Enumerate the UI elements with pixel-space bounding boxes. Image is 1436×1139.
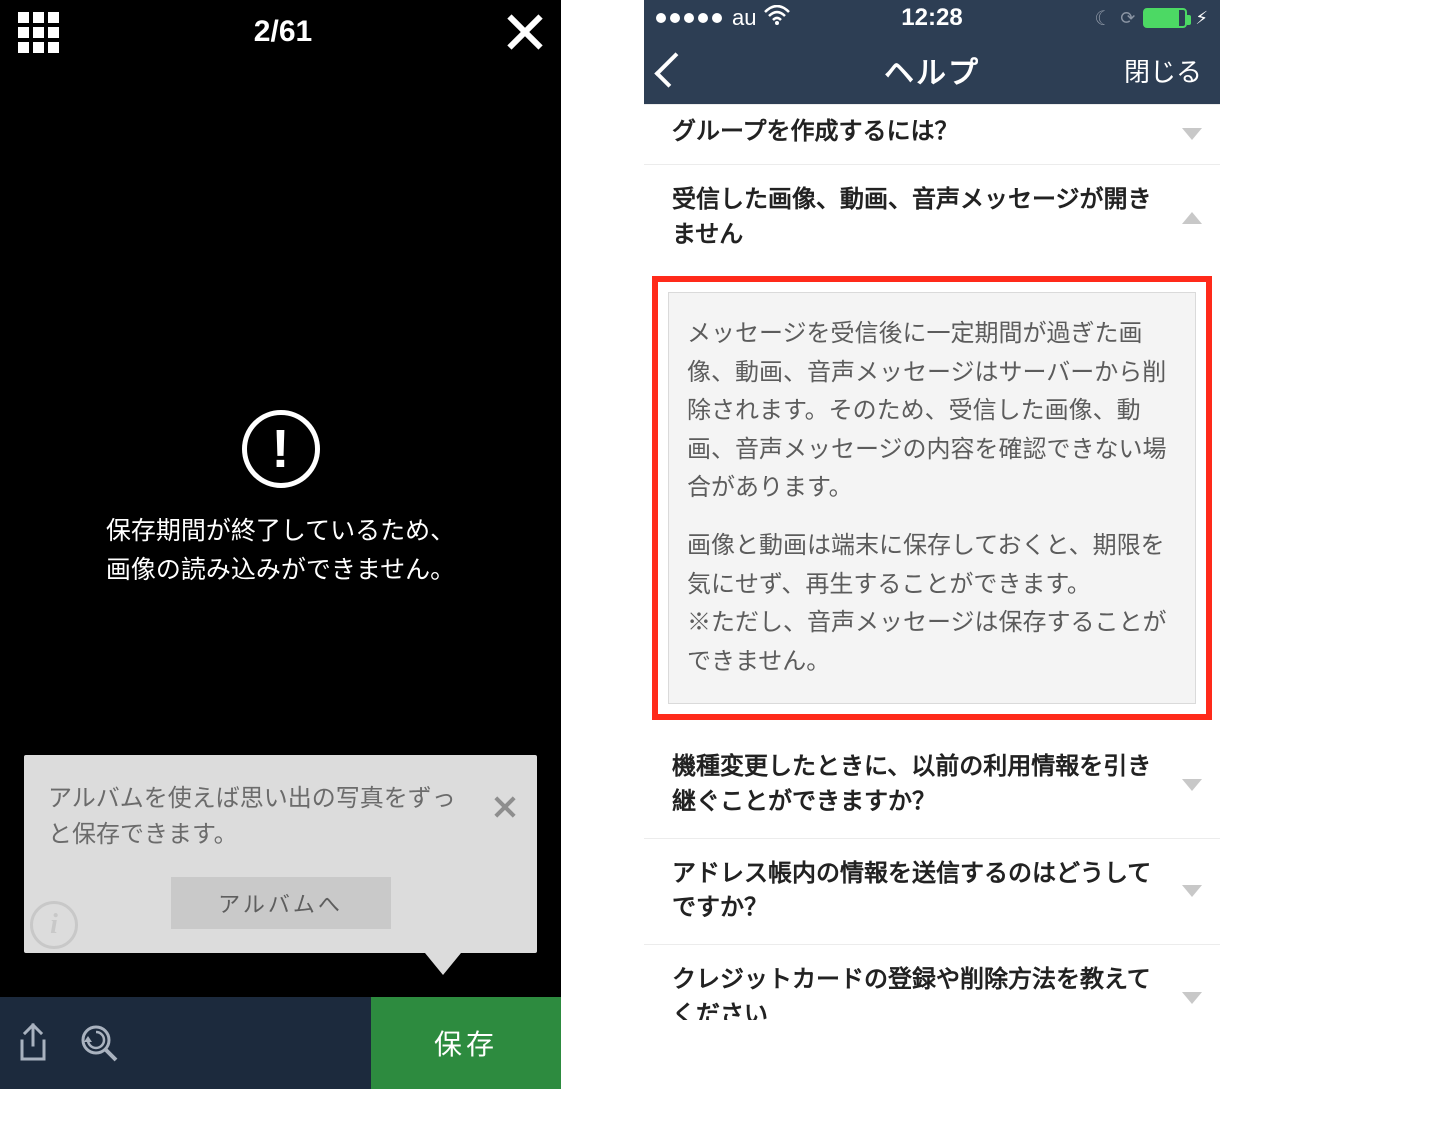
album-tooltip: アルバムを使えば思い出の写真をずっと保存できます。 アルバムへ i (24, 755, 537, 953)
battery-icon (1143, 8, 1187, 28)
navbar-title: ヘルプ (884, 48, 980, 92)
tooltip-text: アルバムを使えば思い出の写真をずっと保存できます。 (48, 781, 513, 853)
answer-paragraph: メッセージを受信後に一定期間が過ぎた画像、動画、音声メッセージはサーバーから削除… (687, 315, 1177, 507)
help-item-title: 機種変更したときに、以前の利用情報を引き継ぐことができますか？ (672, 753, 1151, 815)
help-answer: メッセージを受信後に一定期間が過ぎた画像、動画、音声メッセージはサーバーから削除… (668, 292, 1196, 704)
error-line-1: 保存期間が終了しているため、 (106, 512, 455, 551)
help-navbar: ヘルプ 閉じる (644, 36, 1220, 104)
help-item[interactable]: クレジットカードの登録や削除方法を教えてください (644, 945, 1220, 1020)
back-icon[interactable] (662, 55, 682, 85)
help-list: グループを作成するには？ 受信した画像、動画、音声メッセージが開きません メッセ… (644, 104, 1220, 1020)
status-time: 12:28 (901, 4, 962, 32)
image-viewer-screen: 2/61 ! 保存期間が終了しているため、 画像の読み込みができません。 アルバ… (0, 0, 561, 1089)
info-icon: i (30, 901, 78, 949)
status-bar: au 12:28 ☾ ⟳ ⚡︎ (644, 0, 1220, 36)
viewer-bottombar: 保存 (0, 997, 561, 1089)
viewer-topbar: 2/61 (0, 0, 561, 64)
navbar-close-button[interactable]: 閉じる (1124, 52, 1202, 89)
error-message-block: ! 保存期間が終了しているため、 画像の読み込みができません。 (0, 410, 561, 590)
album-button[interactable]: アルバムへ (171, 877, 391, 929)
help-item[interactable]: グループを作成するには？ (644, 104, 1220, 165)
close-icon[interactable] (507, 14, 543, 50)
charging-icon: ⚡︎ (1195, 8, 1208, 29)
signal-icon (656, 13, 722, 23)
chevron-down-icon (1182, 885, 1202, 897)
save-button[interactable]: 保存 (371, 997, 561, 1089)
carrier-label: au (732, 5, 756, 31)
highlighted-answer: メッセージを受信後に一定期間が過ぎた画像、動画、音声メッセージはサーバーから削除… (652, 276, 1212, 720)
help-item[interactable]: 機種変更したときに、以前の利用情報を引き継ぐことができますか？ (644, 732, 1220, 839)
help-screen: au 12:28 ☾ ⟳ ⚡︎ ヘルプ 閉じる グループを作成するには？ 受信し… (644, 0, 1220, 1020)
help-item-title: アドレス帳内の情報を送信するのはどうしてですか？ (672, 860, 1151, 922)
exclamation-icon: ! (272, 422, 290, 476)
rotation-lock-icon: ⟳ (1120, 8, 1135, 29)
moon-icon: ☾ (1094, 6, 1112, 31)
help-item-expanded[interactable]: 受信した画像、動画、音声メッセージが開きません (644, 165, 1220, 271)
share-icon[interactable] (0, 997, 66, 1089)
error-line-2: 画像の読み込みができません。 (106, 551, 455, 590)
image-counter: 2/61 (254, 15, 312, 49)
help-item-title: 受信した画像、動画、音声メッセージが開きません (672, 186, 1152, 248)
chevron-down-icon (1182, 128, 1202, 140)
chevron-down-icon (1182, 992, 1202, 1004)
help-item-title: クレジットカードの登録や削除方法を教えてください (672, 966, 1151, 1020)
chevron-up-icon (1182, 212, 1202, 224)
chevron-down-icon (1182, 779, 1202, 791)
help-item[interactable]: アドレス帳内の情報を送信するのはどうしてですか？ (644, 839, 1220, 946)
warning-icon: ! (242, 410, 320, 488)
grid-icon[interactable] (18, 12, 59, 53)
tooltip-close-icon[interactable] (493, 795, 517, 819)
error-text: 保存期間が終了しているため、 画像の読み込みができません。 (106, 512, 455, 590)
answer-paragraph: 画像と動画は端末に保存しておくと、期限を気にせず、再生することができます。 ※た… (687, 527, 1177, 681)
help-item-title: グループを作成するには？ (672, 118, 959, 145)
refresh-search-icon[interactable] (66, 997, 132, 1089)
wifi-icon (764, 5, 790, 31)
